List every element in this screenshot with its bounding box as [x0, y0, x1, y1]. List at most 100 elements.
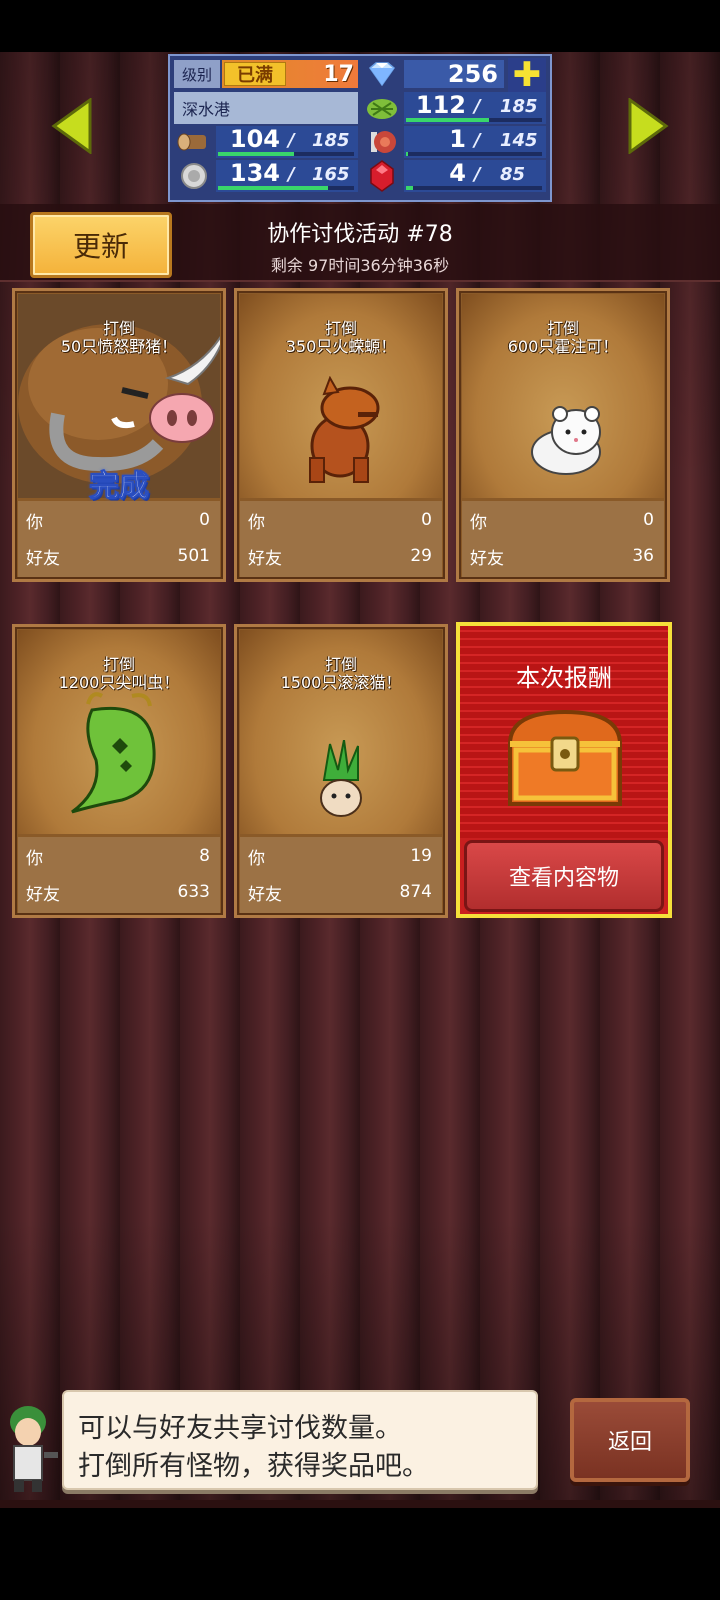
- ruby-max: 85: [500, 164, 526, 185]
- friends-label: 好友: [26, 884, 60, 905]
- reward-card: 本次报酬 查看内容物: [456, 622, 672, 918]
- meat-max: 145: [500, 130, 538, 151]
- friends-row: 好友 501: [26, 541, 210, 571]
- monster-card-screaming-bug[interactable]: 打倒 1200只尖叫虫！ 你 8 好友 633: [12, 624, 226, 918]
- ore-current: 134: [229, 159, 280, 187]
- ore-bar-track: [218, 186, 354, 190]
- you-count: 19: [410, 846, 432, 866]
- event-title: 协作讨伐活动 #78: [267, 222, 453, 247]
- friends-row: 好友 29: [248, 541, 432, 571]
- you-count: 0: [421, 510, 432, 530]
- treasure-chest-icon: [507, 709, 623, 806]
- ruby-icon: [362, 160, 402, 192]
- card-target: 1500只滚滚猫！: [280, 673, 402, 692]
- card-stats: 你 0 好友 36: [462, 501, 664, 577]
- you-row: 你 0: [248, 505, 432, 535]
- wood-current: 104: [229, 125, 280, 153]
- grass-current: 112: [415, 91, 466, 119]
- ruby-bar-fill: [406, 186, 413, 190]
- grass-separator: /: [474, 96, 481, 117]
- monster-card-white-fox[interactable]: 打倒 600只霍注可！ 你 0 好友 36: [456, 288, 670, 582]
- meat-bar-fill: [406, 152, 408, 156]
- friends-count: 501: [177, 546, 210, 566]
- ruby-current: 4: [449, 159, 466, 187]
- card-stats: 你 8 好友 633: [18, 837, 220, 913]
- you-row: 你 8: [26, 841, 210, 871]
- back-button[interactable]: 返回: [570, 1398, 690, 1482]
- you-count: 0: [643, 510, 654, 530]
- card-target: 600只霍注可！: [507, 337, 619, 356]
- dialogue-line-2: 打倒所有怪物，获得奖品吧。: [78, 1451, 429, 1482]
- monster-card-fire-salamander[interactable]: 打倒 350只火蝾螈！ 你 0 好友 29: [234, 288, 448, 582]
- dialogue-bubble: 可以与好友共享讨伐数量。 打倒所有怪物，获得奖品吧。: [62, 1390, 538, 1490]
- friends-label: 好友: [470, 548, 504, 569]
- you-label: 你: [470, 512, 487, 533]
- completed-label: 完成: [89, 469, 150, 505]
- ore-separator: /: [288, 164, 295, 185]
- friends-row: 好友 36: [470, 541, 654, 571]
- ore-resource: 134 / 165: [216, 159, 358, 192]
- you-count: 0: [199, 510, 210, 530]
- friends-count: 874: [399, 882, 432, 902]
- floor-strip: [0, 1500, 720, 1508]
- grass-resource: 112 / 185: [404, 91, 546, 124]
- meat-bar-track: [406, 152, 542, 156]
- fire-salamander-icon: [309, 376, 380, 483]
- you-label: 你: [248, 848, 265, 869]
- game-screen: 级别 已满 17 256 ✚ 深水港 112 / 185 104 / 185 1…: [0, 0, 720, 1600]
- level-value: 17: [323, 61, 354, 87]
- grass-max: 185: [500, 96, 538, 117]
- wood-max: 185: [312, 130, 350, 151]
- wood-log-icon: [174, 126, 214, 158]
- white-fox-icon: [531, 406, 601, 475]
- friends-row: 好友 633: [26, 877, 210, 907]
- card-stats: 你 19 好友 874: [240, 837, 442, 913]
- ruby-bar-track: [406, 186, 542, 190]
- status-panel: 级别 已满 17 256 ✚ 深水港 112 / 185 104 / 185 1…: [168, 54, 552, 202]
- guide-character-icon: [10, 1406, 58, 1492]
- meat-resource: 1 / 145: [404, 125, 546, 158]
- screaming-bug-icon: [71, 692, 156, 814]
- wood-resource: 104 / 185: [216, 125, 358, 158]
- grass-bar-fill: [406, 118, 489, 122]
- town-name: 深水港: [174, 92, 358, 124]
- you-label: 你: [26, 848, 43, 869]
- monster-card-rolling-cat[interactable]: 打倒 1500只滚滚猫！ 你 19 好友 874: [234, 624, 448, 918]
- update-button[interactable]: 更新: [30, 212, 172, 278]
- you-row: 你 19: [248, 841, 432, 871]
- level-max-badge: 已满: [224, 62, 286, 86]
- monster-card-angry-boar[interactable]: 打倒 50只愤怒野猪！ 完成 你 0 好友 501: [12, 288, 229, 582]
- add-gems-button[interactable]: ✚: [508, 55, 546, 95]
- card-target: 50只愤怒野猪！: [60, 337, 178, 356]
- ruby-separator: /: [474, 164, 481, 185]
- wood-bar-fill: [218, 152, 294, 156]
- you-row: 你 0: [26, 505, 210, 535]
- friends-row: 好友 874: [248, 877, 432, 907]
- reward-title: 本次报酬: [516, 664, 612, 692]
- grass-bar-track: [406, 118, 542, 122]
- card-target: 350只火蝾螈！: [285, 337, 397, 356]
- ruby-resource: 4 / 85: [404, 159, 546, 192]
- grass-icon: [362, 92, 402, 124]
- rolling-cat-icon: [320, 740, 362, 817]
- card-stats: 你 0 好友 29: [240, 501, 442, 577]
- card-target: 1200只尖叫虫！: [58, 673, 180, 692]
- meat-current: 1: [449, 125, 466, 153]
- ore-max: 165: [312, 164, 350, 185]
- you-label: 你: [248, 512, 265, 533]
- next-arrow-icon[interactable]: [628, 98, 670, 154]
- previous-arrow-icon[interactable]: [50, 98, 92, 154]
- level-label: 级别: [174, 60, 220, 88]
- view-contents-button[interactable]: 查看内容物: [464, 840, 664, 912]
- friends-count: 36: [632, 546, 654, 566]
- wood-bar-track: [218, 152, 354, 156]
- friends-label: 好友: [26, 548, 60, 569]
- friends-label: 好友: [248, 548, 282, 569]
- friends-label: 好友: [248, 884, 282, 905]
- diamond-icon: [368, 62, 396, 86]
- friends-count: 29: [410, 546, 432, 566]
- wood-separator: /: [288, 130, 295, 151]
- event-remaining-time: 剩余 97时间36分钟36秒: [270, 256, 450, 275]
- card-stats: 你 0 好友 501: [18, 501, 220, 577]
- meat-icon: [362, 126, 402, 158]
